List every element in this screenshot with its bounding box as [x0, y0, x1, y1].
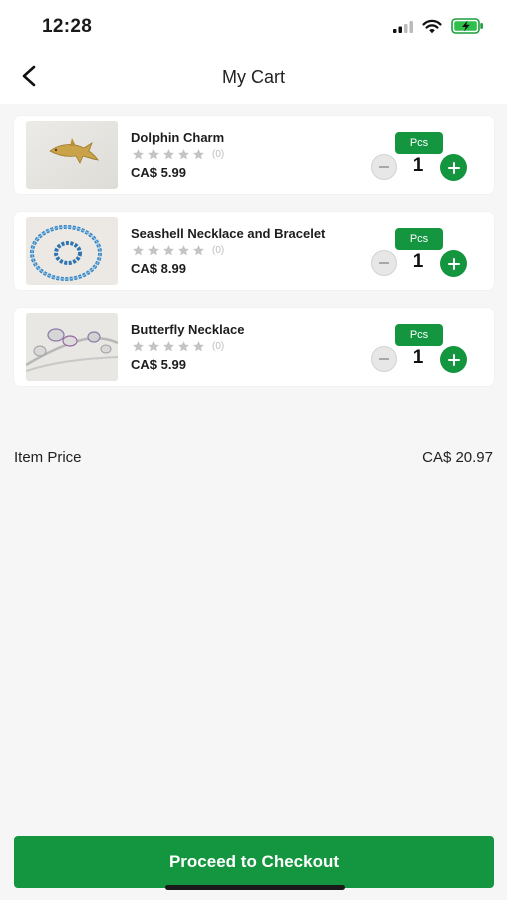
item-price-value: CA$ 20.97: [422, 449, 493, 466]
product-price: CA$ 8.99: [131, 261, 186, 276]
minus-icon: [379, 262, 389, 264]
product-name[interactable]: Dolphin Charm: [131, 130, 224, 145]
star-icon: [148, 244, 159, 255]
star-icon: [163, 244, 174, 255]
quantity-value: 1: [412, 347, 424, 368]
page-title: My Cart: [222, 67, 285, 87]
quantity-value: 1: [412, 251, 424, 272]
increase-quantity-button[interactable]: [440, 154, 467, 181]
cart-item[interactable]: Butterfly Necklace (0) CA$ 5.99 Pcs 1: [14, 308, 494, 386]
rating-count: (0): [212, 340, 225, 352]
star-icon: [163, 340, 174, 351]
star-icon: [133, 340, 144, 351]
star-icon: [148, 340, 159, 351]
rating-stars: (0): [131, 147, 224, 161]
item-price-label: Item Price: [14, 449, 82, 466]
star-icon: [133, 148, 144, 159]
rating-count: (0): [212, 244, 225, 256]
unit-badge: Pcs: [395, 132, 443, 154]
rating-count: (0): [212, 148, 225, 160]
star-icon: [193, 148, 204, 159]
star-icon: [178, 244, 189, 255]
increase-quantity-button[interactable]: [440, 346, 467, 373]
star-icon: [193, 244, 204, 255]
proceed-to-checkout-button[interactable]: Proceed to Checkout: [14, 836, 494, 888]
unit-badge: Pcs: [395, 228, 443, 250]
status-time: 12:28: [42, 16, 93, 37]
product-image-seashell-necklace[interactable]: [26, 217, 118, 285]
product-image-dolphin-charm[interactable]: [26, 121, 118, 189]
home-indicator: [165, 885, 345, 890]
seashell-necklace-photo: [26, 217, 118, 285]
signal-icon: [393, 21, 413, 33]
cart-item[interactable]: Dolphin Charm (0) CA$ 5.99 Pcs 1: [14, 116, 494, 194]
unit-badge: Pcs: [395, 324, 443, 346]
product-name[interactable]: Seashell Necklace and Bracelet: [131, 226, 325, 241]
wifi-icon: [422, 19, 442, 34]
app-header: My Cart: [0, 50, 507, 104]
star-icon: [163, 148, 174, 159]
decrease-quantity-button[interactable]: [371, 250, 397, 276]
star-icon: [193, 340, 204, 351]
increase-quantity-button[interactable]: [440, 250, 467, 277]
quantity-value: 1: [412, 155, 424, 176]
star-icon: [178, 148, 189, 159]
product-price: CA$ 5.99: [131, 165, 186, 180]
product-image-butterfly-necklace[interactable]: [26, 313, 118, 381]
product-price: CA$ 5.99: [131, 357, 186, 372]
battery-charging-icon: [451, 18, 483, 34]
rating-stars: (0): [131, 339, 224, 353]
minus-icon: [379, 358, 389, 360]
decrease-quantity-button[interactable]: [371, 346, 397, 372]
minus-icon: [379, 166, 389, 168]
plus-icon: [447, 257, 460, 270]
status-bar: 12:28: [0, 0, 507, 50]
star-icon: [178, 340, 189, 351]
rating-stars: (0): [131, 243, 224, 257]
cart-item[interactable]: Seashell Necklace and Bracelet (0) CA$ 8…: [14, 212, 494, 290]
star-icon: [148, 148, 159, 159]
star-icon: [133, 244, 144, 255]
plus-icon: [447, 161, 460, 174]
decrease-quantity-button[interactable]: [371, 154, 397, 180]
dolphin-charm-photo: [26, 121, 118, 189]
cart-list: Dolphin Charm (0) CA$ 5.99 Pcs 1 Seashel…: [14, 116, 494, 404]
butterfly-necklace-photo: [26, 313, 118, 381]
product-name[interactable]: Butterfly Necklace: [131, 322, 244, 337]
plus-icon: [447, 353, 460, 366]
